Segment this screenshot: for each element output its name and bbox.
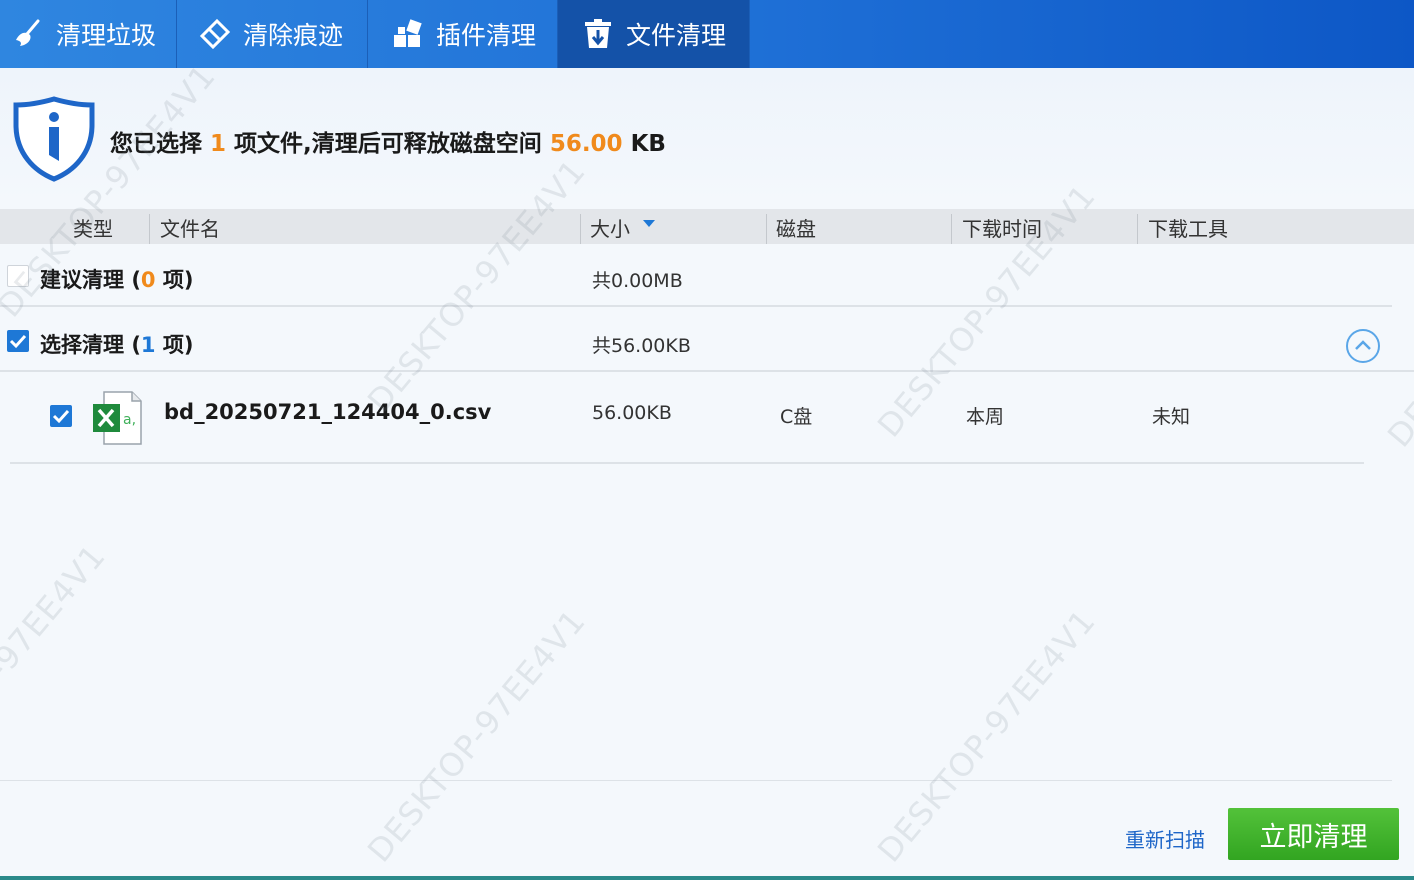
file-disk: C盘 xyxy=(780,406,813,428)
clean-now-button[interactable]: 立即清理 xyxy=(1228,808,1399,860)
divider xyxy=(10,462,1364,464)
group-count-suffix: 项) xyxy=(162,268,194,292)
group-total-size: 共56.00KB xyxy=(592,335,691,357)
rescan-link[interactable]: 重新扫描 xyxy=(1125,824,1205,853)
tab-label: 插件清理 xyxy=(436,21,537,50)
watermark: DESKTOP-97EE4V1 xyxy=(360,601,594,870)
group-checkbox-selected[interactable] xyxy=(7,330,29,352)
free-space-value: 56.00 xyxy=(549,131,623,157)
eraser-icon xyxy=(199,18,231,50)
group-checkbox-suggested[interactable] xyxy=(7,265,29,287)
summary-text: 您已选择 1 项文件,清理后可释放磁盘空间 56.00 KB xyxy=(110,124,666,158)
selected-count: 1 xyxy=(210,131,227,157)
top-tab-bar: 清理垃圾 清除痕迹 插件清理 文件清理 xyxy=(0,0,1414,68)
column-divider[interactable] xyxy=(149,214,150,244)
watermark: DESKTOP-97EE4V1 xyxy=(870,601,1104,870)
plugin-icon xyxy=(392,18,424,50)
col-download-tool[interactable]: 下载工具 xyxy=(1148,209,1228,244)
summary-middle: 项文件,清理后可释放磁盘空间 xyxy=(234,131,542,157)
tab-label: 清理垃圾 xyxy=(56,21,157,50)
group-selected-label[interactable]: 选择清理 (1 项) xyxy=(40,329,193,359)
group-title: 选择清理 xyxy=(40,333,124,357)
tab-plugin-clean[interactable]: 插件清理 xyxy=(368,0,558,68)
tab-label: 文件清理 xyxy=(626,21,727,50)
tab-file-clean[interactable]: 文件清理 xyxy=(558,0,750,68)
group-count: 1 xyxy=(140,333,156,357)
group-total-size: 共0.00MB xyxy=(592,270,683,292)
file-download-tool: 未知 xyxy=(1152,406,1191,428)
trash-download-icon xyxy=(582,18,614,50)
column-divider[interactable] xyxy=(766,214,767,244)
group-count-suffix: 项) xyxy=(162,333,194,357)
tab-label: 清除痕迹 xyxy=(243,21,344,50)
col-download-time[interactable]: 下载时间 xyxy=(962,209,1042,244)
svg-text:a,: a, xyxy=(123,412,136,428)
col-size[interactable]: 大小 xyxy=(590,209,630,244)
col-type[interactable]: 类型 xyxy=(73,209,113,244)
broom-icon xyxy=(12,18,44,50)
collapse-group-button[interactable] xyxy=(1346,329,1380,363)
free-space-unit: KB xyxy=(630,131,666,157)
tab-clean-junk[interactable]: 清理垃圾 xyxy=(0,0,177,68)
file-size: 56.00KB xyxy=(592,402,672,424)
col-disk[interactable]: 磁盘 xyxy=(776,209,816,244)
col-filename[interactable]: 文件名 xyxy=(160,209,220,244)
tab-clear-traces[interactable]: 清除痕迹 xyxy=(177,0,368,68)
group-count: 0 xyxy=(140,268,156,292)
group-paren: ( xyxy=(131,268,141,292)
divider xyxy=(0,780,1392,781)
group-suggested-label[interactable]: 建议清理 (0 项) xyxy=(40,264,193,294)
summary-prefix: 您已选择 xyxy=(110,131,202,157)
file-download-time: 本周 xyxy=(966,406,1005,428)
file-name: bd_20250721_124404_0.csv xyxy=(164,400,492,424)
divider xyxy=(0,305,1392,307)
column-header: 类型 文件名 大小 磁盘 下载时间 下载工具 xyxy=(0,209,1414,244)
shield-info-icon xyxy=(12,95,96,187)
group-title: 建议清理 xyxy=(40,268,124,292)
group-paren: ( xyxy=(131,333,141,357)
chevron-up-icon xyxy=(1355,340,1371,350)
file-checkbox[interactable] xyxy=(50,405,72,427)
window-bottom-edge xyxy=(0,876,1414,880)
column-divider[interactable] xyxy=(951,214,952,244)
divider xyxy=(0,370,1414,372)
column-divider[interactable] xyxy=(1137,214,1138,244)
watermark: DESKTOP-97EE4V1 xyxy=(0,536,114,805)
sort-desc-icon[interactable] xyxy=(643,220,655,227)
excel-file-icon: a, xyxy=(92,391,142,445)
column-divider[interactable] xyxy=(580,214,581,244)
